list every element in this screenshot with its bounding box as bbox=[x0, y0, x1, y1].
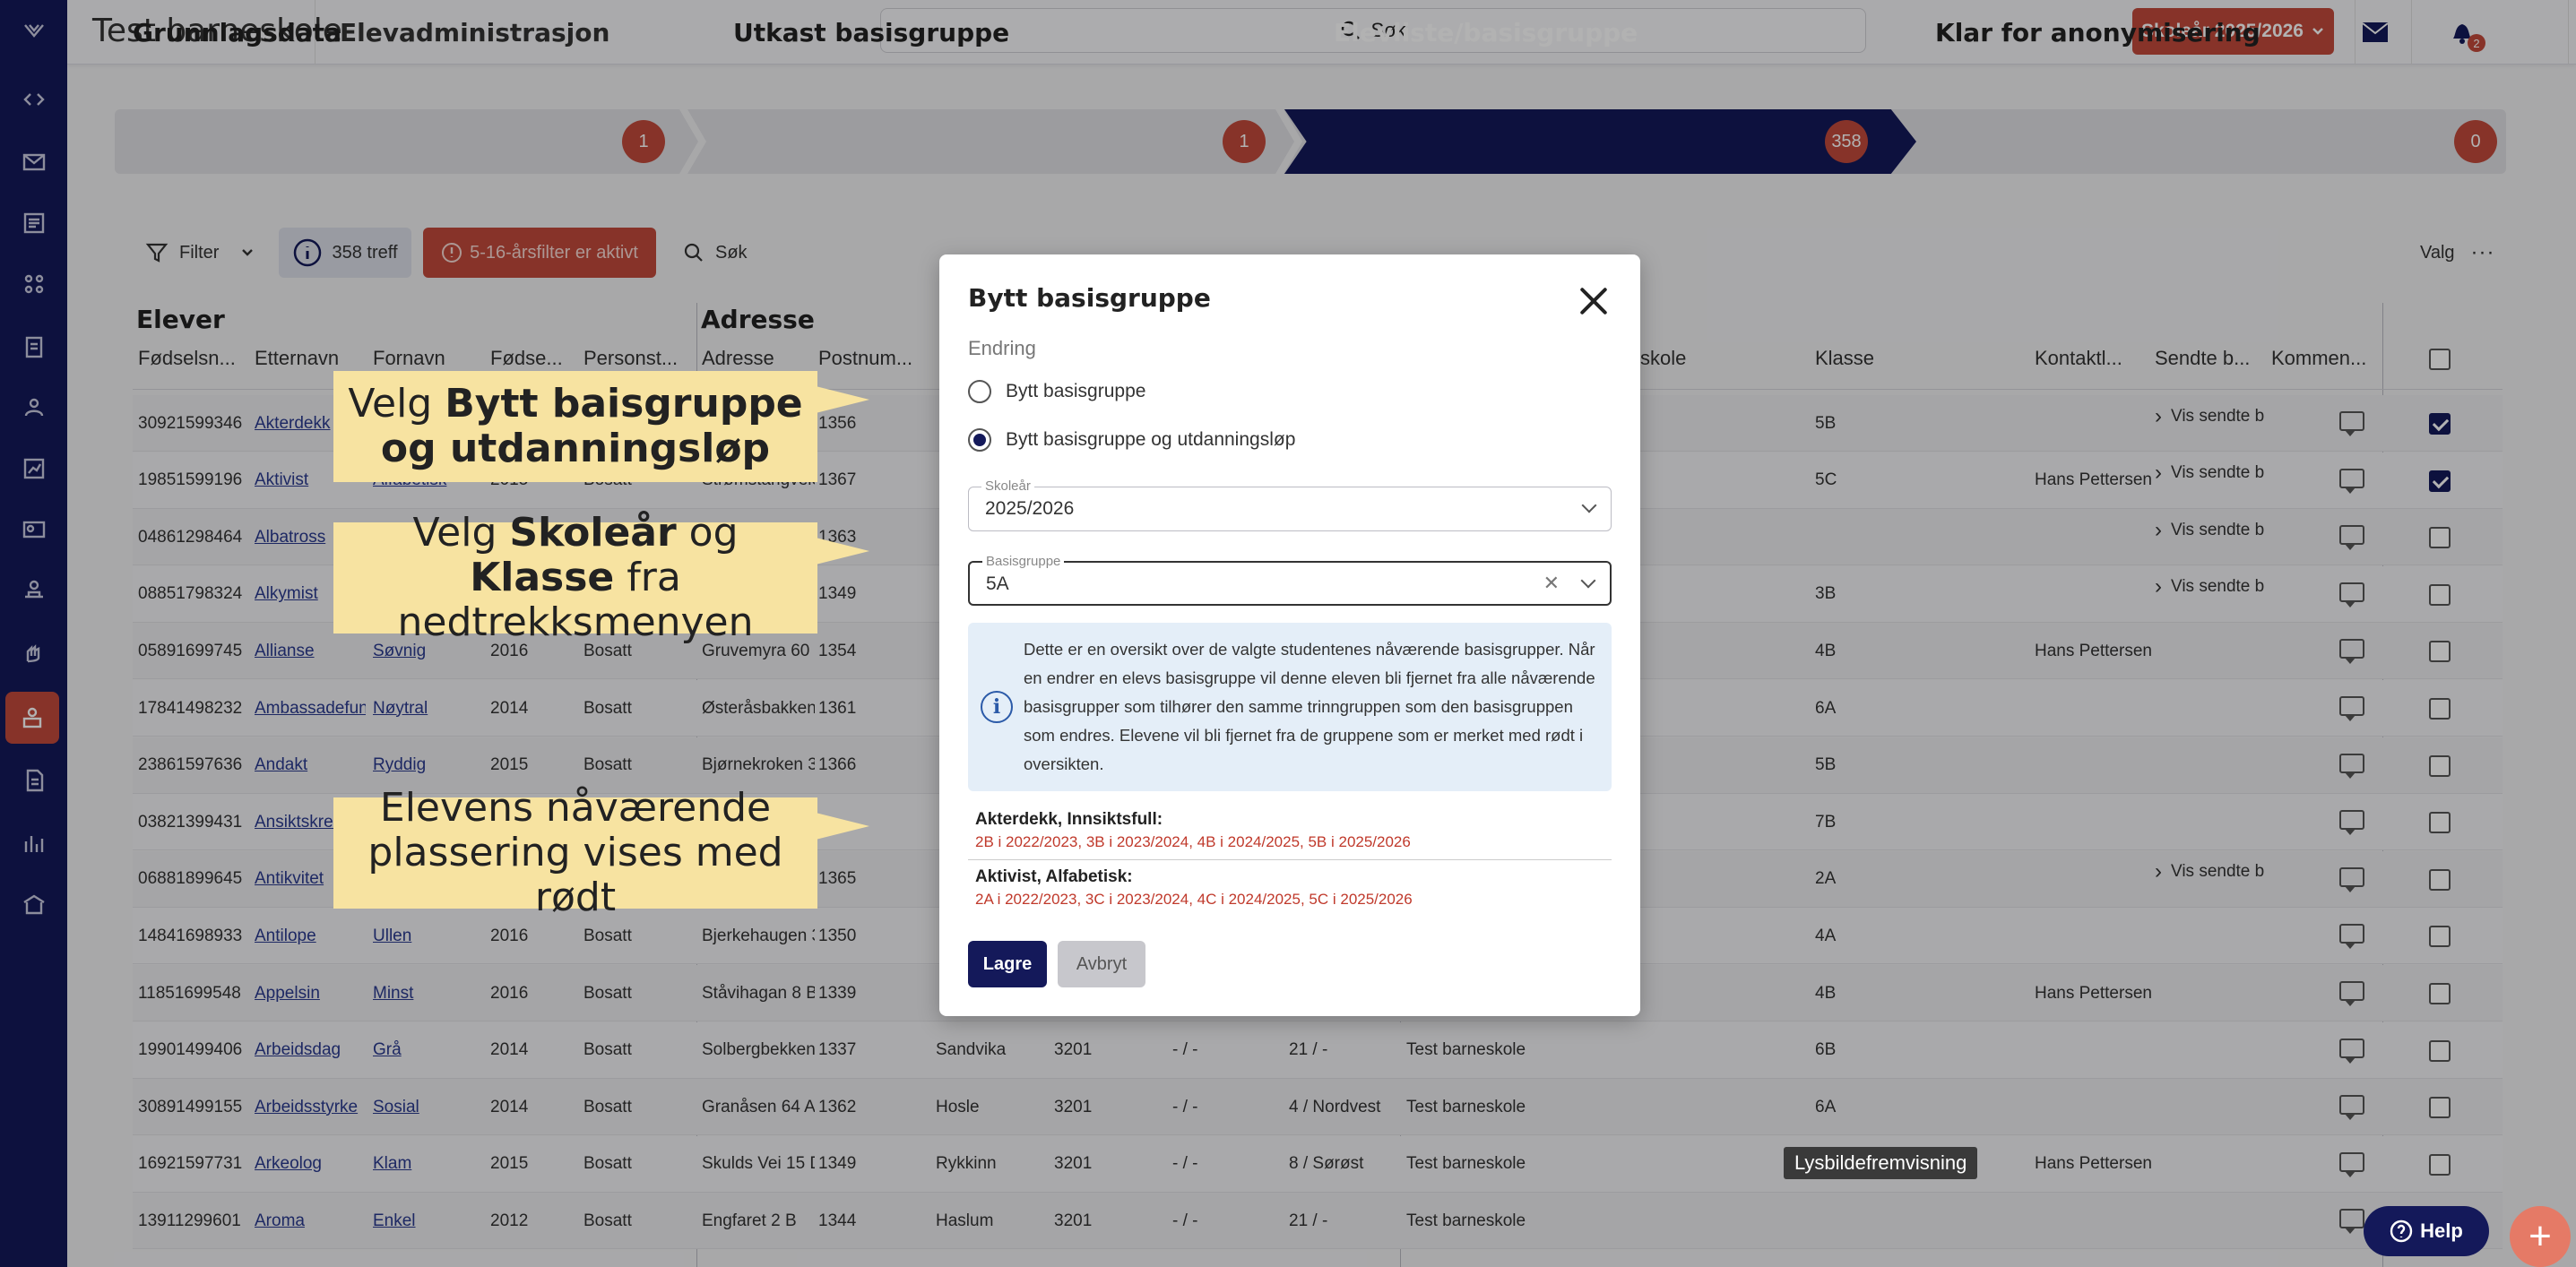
callout-text: Elevens nåværende plassering vises med r… bbox=[367, 785, 783, 920]
callout-select-year-class: Velg Skoleår og Klasse fra nedtrekksmeny… bbox=[333, 511, 817, 645]
slideshow-tooltip: Lysbildefremvisning bbox=[1784, 1147, 1978, 1179]
callout-bold-text: Bytt baisgruppe og utdanningsløp bbox=[380, 381, 803, 471]
add-button[interactable]: + bbox=[2510, 1206, 2571, 1267]
field-label: Skoleår bbox=[981, 478, 1034, 494]
help-label: Help bbox=[2420, 1220, 2463, 1242]
option-label: Bytt basisgruppe og utdanningsløp bbox=[1006, 429, 1296, 450]
option-bytt-basisgruppe-og-utdanningslop[interactable]: Bytt basisgruppe og utdanningsløp bbox=[968, 428, 1295, 452]
cancel-button[interactable]: Avbryt bbox=[1058, 941, 1145, 987]
save-button[interactable]: Lagre bbox=[968, 941, 1047, 987]
callout-current-placement: Elevens nåværende plassering vises med r… bbox=[333, 786, 817, 920]
callout-text: Velg bbox=[412, 510, 510, 556]
chevron-down-icon bbox=[1581, 497, 1597, 513]
plus-icon: + bbox=[2528, 1214, 2552, 1258]
field-value: 2025/2026 bbox=[985, 498, 1075, 519]
school-year-select[interactable]: Skoleår 2025/2026 bbox=[968, 478, 1612, 531]
callout-text: og bbox=[676, 510, 739, 556]
basis-group-select[interactable]: Basisgruppe 5A ✕ bbox=[968, 554, 1612, 606]
callout-bold-text: Skoleår bbox=[509, 510, 677, 556]
radio-button[interactable] bbox=[968, 380, 991, 403]
chevron-down-icon bbox=[1580, 573, 1596, 589]
option-label: Bytt basisgruppe bbox=[1006, 381, 1146, 401]
callout-text: Velg bbox=[348, 381, 445, 427]
field-label: Basisgruppe bbox=[982, 554, 1065, 569]
student-name: Akterdekk, Innsiktsfull: bbox=[975, 810, 1163, 829]
callout-select-option: Velg Bytt baisgruppe og utdanningsløp bbox=[333, 371, 817, 482]
section-label: Endring bbox=[968, 337, 1036, 359]
divider bbox=[968, 859, 1612, 860]
change-basis-group-dialog: Bytt basisgruppe Endring Bytt basisgrupp… bbox=[939, 254, 1640, 1016]
info-box: i Dette er en oversikt over de valgte st… bbox=[968, 623, 1612, 791]
student-group-history: 2B i 2022/2023, 3B i 2023/2024, 4B i 202… bbox=[975, 833, 1411, 850]
help-button[interactable]: Help bbox=[2364, 1206, 2489, 1256]
info-text: Dette er en oversikt over de valgte stud… bbox=[1024, 640, 1595, 773]
callout-bold-text: Klasse bbox=[470, 555, 615, 600]
question-icon bbox=[2390, 1220, 2413, 1243]
option-bytt-basisgruppe[interactable]: Bytt basisgruppe bbox=[968, 380, 1145, 403]
field-value: 5A bbox=[986, 573, 1009, 594]
student-group-history: 2A i 2022/2023, 3C i 2023/2024, 4C i 202… bbox=[975, 891, 1413, 908]
radio-button-selected[interactable] bbox=[968, 428, 991, 452]
clear-icon[interactable]: ✕ bbox=[1543, 572, 1560, 595]
student-name: Aktivist, Alfabetisk: bbox=[975, 867, 1133, 886]
dialog-title: Bytt basisgruppe bbox=[968, 283, 1211, 313]
close-icon[interactable] bbox=[1578, 285, 1610, 317]
info-icon: i bbox=[981, 691, 1013, 723]
